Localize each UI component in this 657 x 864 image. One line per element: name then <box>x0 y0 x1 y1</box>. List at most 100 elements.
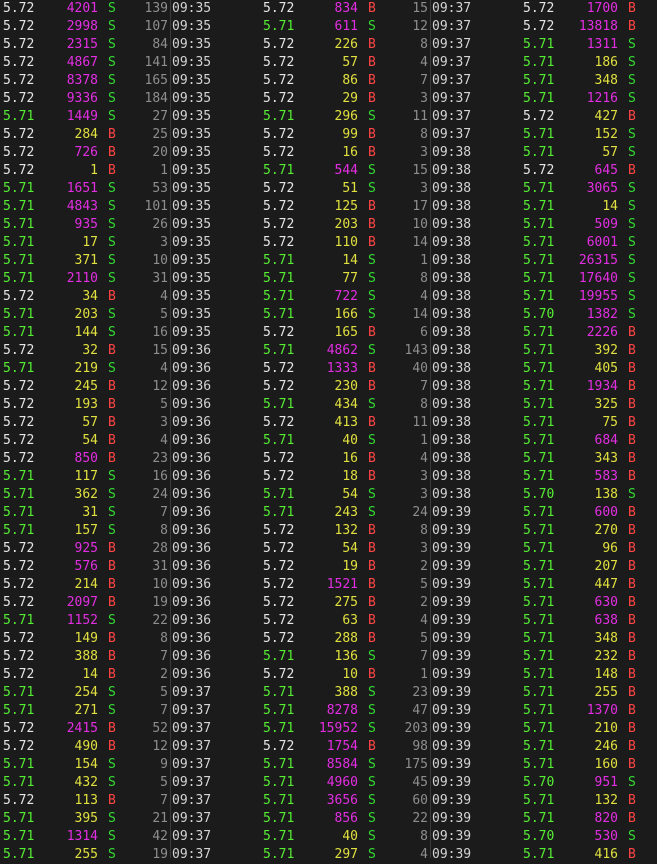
trade-side: S <box>368 685 376 700</box>
trade-side: S <box>368 253 376 268</box>
trade-side: B <box>368 127 376 142</box>
trade-volume: 4960 <box>326 775 358 790</box>
trade-price: 5.72 <box>263 595 295 610</box>
trade-volume: 850 <box>74 451 98 466</box>
trade-time: 09:37 <box>172 811 212 826</box>
trade-count: 7 <box>420 649 428 664</box>
trade-price: 5.72 <box>3 793 35 808</box>
trade-side: B <box>628 577 636 592</box>
trade-side: S <box>628 145 636 160</box>
trade-count: 23 <box>152 451 168 466</box>
trade-count: 31 <box>152 271 168 286</box>
trade-volume: 1333 <box>326 361 358 376</box>
trade-side: B <box>108 433 116 448</box>
trade-time: 09:37 <box>432 19 472 34</box>
trade-count: 4 <box>420 289 428 304</box>
trade-time: 09:38 <box>432 217 472 232</box>
tick-row: 5.71 219 S 4 09:36 <box>0 360 260 378</box>
trade-volume: 1314 <box>66 829 98 844</box>
trade-price: 5.71 <box>523 37 555 52</box>
tick-row: 5.71 362 S 24 09:36 <box>0 486 260 504</box>
trade-price: 5.71 <box>523 739 555 754</box>
trade-side: S <box>108 91 116 106</box>
trade-side: S <box>368 271 376 286</box>
trade-side: B <box>628 469 636 484</box>
trade-volume: 490 <box>74 739 98 754</box>
trade-count: 7 <box>160 793 168 808</box>
trade-price: 5.72 <box>263 199 295 214</box>
trade-side: B <box>368 235 376 250</box>
trade-price: 5.71 <box>263 487 295 502</box>
trade-volume: 3065 <box>586 181 618 196</box>
trade-time: 09:38 <box>432 199 472 214</box>
trade-side: S <box>368 775 376 790</box>
trade-volume: 388 <box>334 685 358 700</box>
trade-side: B <box>628 739 636 754</box>
tick-row: 5.72 245 B 12 09:36 <box>0 378 260 396</box>
trade-price: 5.72 <box>3 343 35 358</box>
trade-count: 28 <box>152 541 168 556</box>
trade-volume: 75 <box>602 415 618 430</box>
trade-volume: 160 <box>594 757 618 772</box>
trade-count: 4 <box>420 613 428 628</box>
tick-row: 5.71 935 S 26 09:35 <box>0 216 260 234</box>
trade-price: 5.72 <box>3 379 35 394</box>
trade-side: B <box>368 523 376 538</box>
trade-side: B <box>368 37 376 52</box>
trade-side: S <box>108 1 116 16</box>
trade-volume: 509 <box>594 217 618 232</box>
tick-row: 5.72 1700 B <box>520 0 657 18</box>
trade-volume: 54 <box>82 433 98 448</box>
trade-side: S <box>368 289 376 304</box>
trade-count: 3 <box>420 487 428 502</box>
trade-volume: 14 <box>82 667 98 682</box>
trade-price: 5.71 <box>263 793 295 808</box>
trade-side: B <box>628 523 636 538</box>
tick-row: 5.71 207 B <box>520 558 657 576</box>
tick-row: 5.71 1449 S 27 09:35 <box>0 108 260 126</box>
trade-price: 5.72 <box>263 451 295 466</box>
trade-price: 5.71 <box>263 505 295 520</box>
trade-side: S <box>108 253 116 268</box>
trade-price: 5.71 <box>523 757 555 772</box>
tick-row: 5.72 51 S 3 09:38 <box>260 180 520 198</box>
trade-price: 5.71 <box>523 73 555 88</box>
trade-price: 5.71 <box>523 793 555 808</box>
trade-time: 09:35 <box>172 163 212 178</box>
trade-time: 09:35 <box>172 19 212 34</box>
trade-volume: 203 <box>74 307 98 322</box>
tick-row: 5.72 834 B 15 09:37 <box>260 0 520 18</box>
trade-side: S <box>368 649 376 664</box>
trade-volume: 210 <box>594 721 618 736</box>
trade-side: S <box>108 109 116 124</box>
trade-price: 5.71 <box>523 667 555 682</box>
trade-price: 5.71 <box>523 217 555 232</box>
trade-volume: 6001 <box>586 235 618 250</box>
trade-price: 5.71 <box>523 505 555 520</box>
trade-count: 1 <box>160 163 168 178</box>
trade-count: 5 <box>160 397 168 412</box>
trade-time: 09:35 <box>172 271 212 286</box>
trade-volume: 1449 <box>66 109 98 124</box>
trade-time: 09:37 <box>172 739 212 754</box>
tick-row: 5.72 203 B 10 09:38 <box>260 216 520 234</box>
trade-volume: 110 <box>334 235 358 250</box>
trade-count: 84 <box>152 37 168 52</box>
trade-price: 5.71 <box>3 811 35 826</box>
trade-price: 5.71 <box>523 577 555 592</box>
tick-row: 5.72 149 B 8 09:36 <box>0 630 260 648</box>
tick-row: 5.71 447 B <box>520 576 657 594</box>
tick-row: 5.71 14 S <box>520 198 657 216</box>
trade-volume: 2998 <box>66 19 98 34</box>
trade-time: 09:37 <box>172 721 212 736</box>
trade-side: B <box>628 613 636 628</box>
tick-row: 5.71 77 S 8 09:38 <box>260 270 520 288</box>
trade-price: 5.71 <box>523 127 555 142</box>
trade-side: B <box>368 91 376 106</box>
trade-volume: 16 <box>342 145 358 160</box>
trade-time: 09:36 <box>172 505 212 520</box>
trade-volume: 288 <box>334 631 358 646</box>
trade-time: 09:36 <box>172 433 212 448</box>
tick-row: 5.71 371 S 10 09:35 <box>0 252 260 270</box>
trade-side: B <box>628 325 636 340</box>
